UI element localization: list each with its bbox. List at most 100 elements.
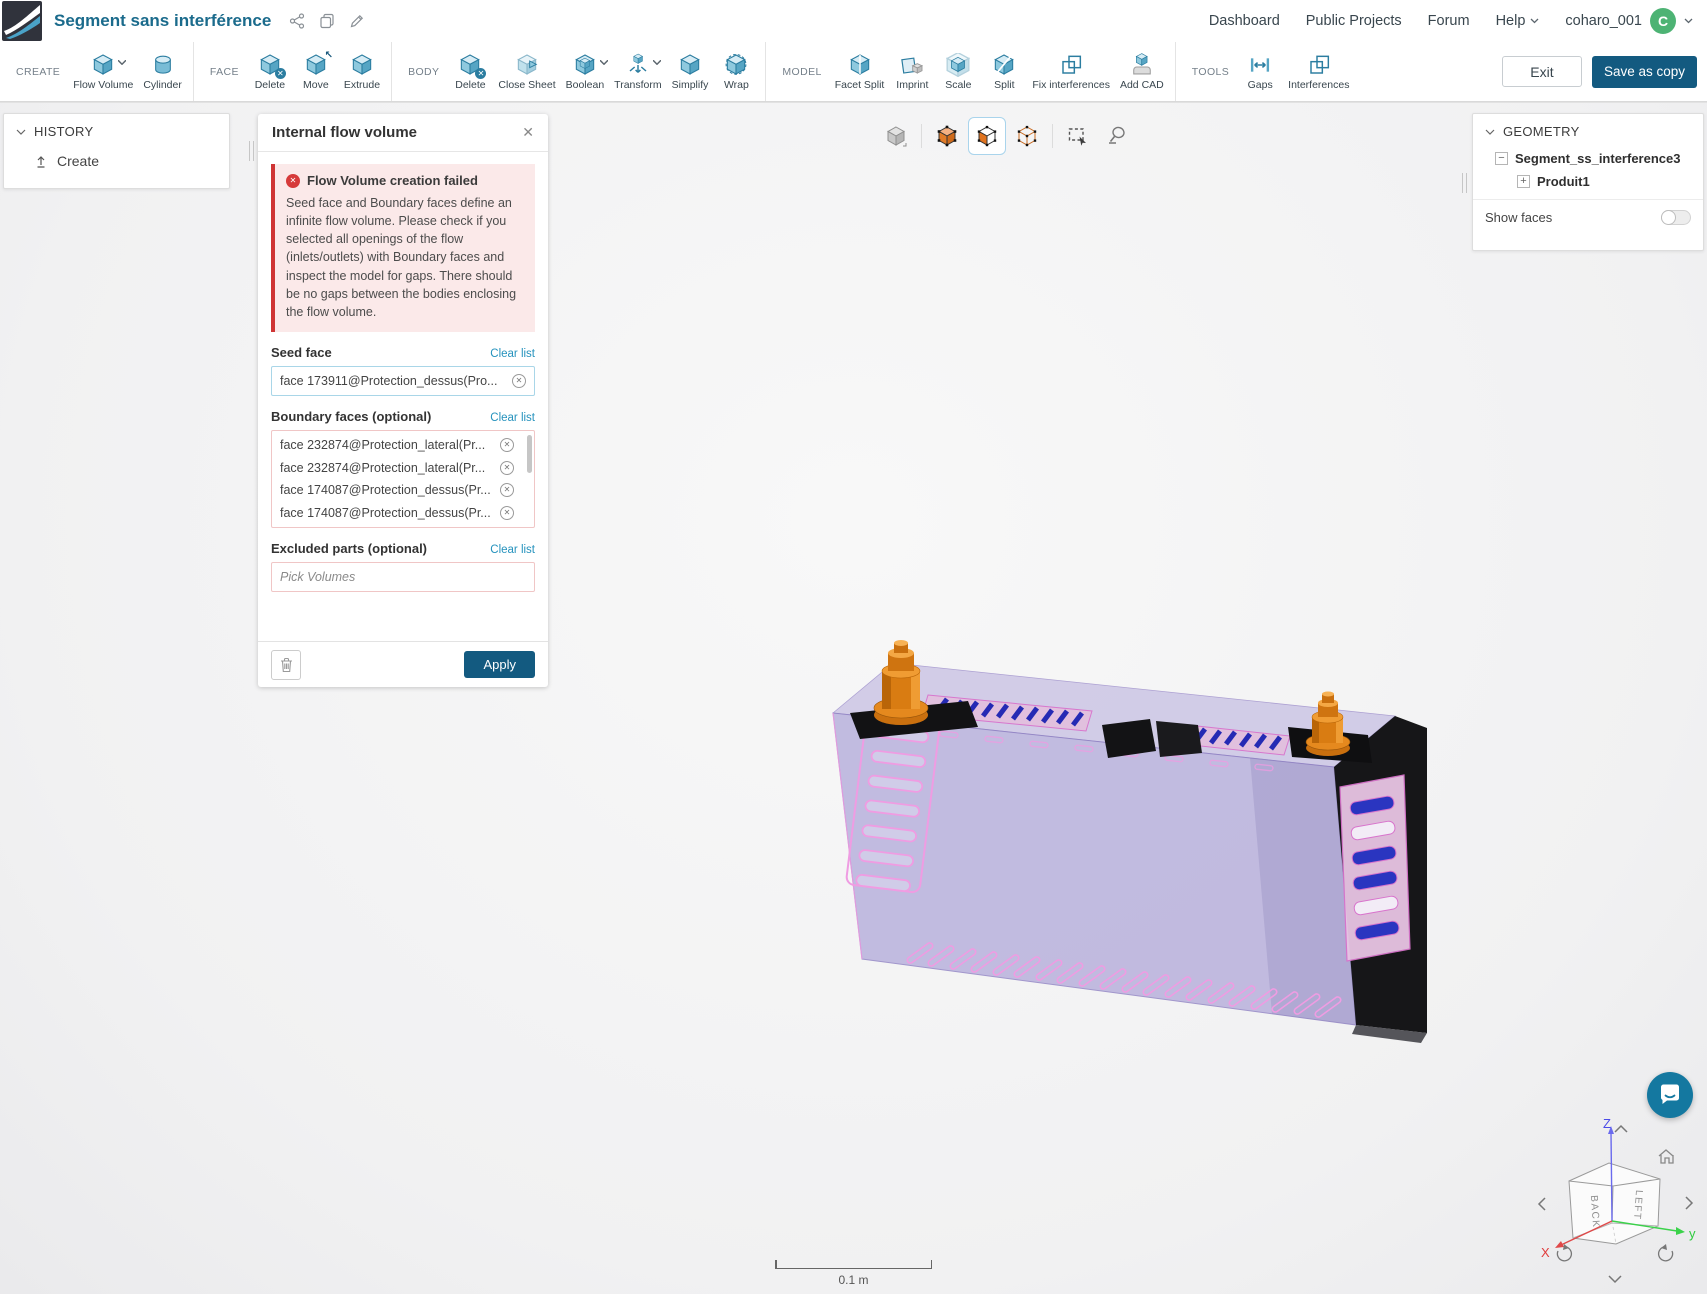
scale-button[interactable]: Scale — [935, 42, 981, 101]
history-item-create[interactable]: Create — [4, 147, 229, 175]
user-menu[interactable]: coharo_001 C — [1565, 8, 1693, 34]
edit-pencil-icon[interactable] — [349, 13, 365, 29]
cad-toolbar: CREATE Flow Volume Cylinder FACE Delete … — [0, 42, 1707, 102]
select-vertex-mode-button[interactable] — [1009, 118, 1045, 154]
delete-operation-button[interactable] — [271, 650, 301, 680]
dialog-title: Internal flow volume — [272, 124, 417, 141]
list-item[interactable]: face 174087@Protection_dessus(Pr... — [272, 501, 534, 524]
expand-icon[interactable] — [1517, 175, 1530, 188]
viewport[interactable]: HISTORY Create Internal flow volume Flow… — [0, 102, 1707, 1294]
internal-flow-volume-dialog: Internal flow volume Flow Volume creatio… — [258, 114, 548, 687]
boolean-button[interactable]: Boolean — [561, 42, 610, 101]
geometry-panel: GEOMETRY Segment_ss_interference3 Produi… — [1472, 113, 1704, 251]
save-as-copy-button[interactable]: Save as copy — [1592, 56, 1697, 88]
flow-volume-button[interactable]: Flow Volume — [68, 42, 138, 101]
list-item[interactable]: face 232874@Protection_lateral(Pr... — [272, 434, 534, 457]
excluded-parts-input[interactable]: Pick Volumes — [271, 562, 535, 592]
gaps-button[interactable]: Gaps — [1237, 42, 1283, 101]
remove-face-icon[interactable] — [500, 438, 514, 452]
chevron-down-icon[interactable] — [600, 60, 608, 65]
duplicate-icon[interactable] — [319, 13, 335, 29]
nav-dashboard[interactable]: Dashboard — [1209, 13, 1280, 29]
add-cad-button[interactable]: Add CAD — [1115, 42, 1169, 101]
cube-icon — [678, 53, 702, 77]
wrap-button[interactable]: Wrap — [713, 42, 759, 101]
select-volume-mode-button[interactable] — [929, 118, 965, 154]
view-cube-left-face[interactable]: LEFT — [1631, 1190, 1644, 1221]
show-faces-toggle[interactable] — [1661, 210, 1691, 225]
tree-node-root[interactable]: Segment_ss_interference3 — [1473, 147, 1703, 170]
apply-button[interactable]: Apply — [464, 651, 535, 678]
select-face-mode-button[interactable] — [968, 117, 1006, 155]
simplify-button[interactable]: Simplify — [667, 42, 714, 101]
face-move-button[interactable]: Move — [293, 42, 339, 101]
close-icon[interactable] — [522, 124, 534, 141]
geometry-header[interactable]: GEOMETRY — [1473, 114, 1703, 147]
cube-icon — [573, 53, 597, 77]
remove-face-icon[interactable] — [500, 483, 514, 497]
remove-face-icon[interactable] — [500, 506, 514, 520]
tree-node-child[interactable]: Produit1 — [1473, 170, 1703, 193]
support-chat-button[interactable] — [1647, 1072, 1693, 1118]
cube-icon — [946, 53, 970, 77]
toolbar-group-body: BODY Delete Close Sheet Boolean Transfor… — [392, 42, 766, 101]
cube-icon — [350, 53, 374, 77]
group-label: MODEL — [782, 66, 821, 78]
battery-module-3d-model[interactable] — [820, 631, 1440, 1051]
view-cube-navigator[interactable]: BACK LEFT Z X y — [1525, 1116, 1700, 1291]
nav-public-projects[interactable]: Public Projects — [1306, 13, 1402, 29]
excluded-clear-list-link[interactable]: Clear list — [490, 544, 535, 556]
rotate-left-chevron[interactable] — [1539, 1198, 1545, 1210]
group-label: BODY — [408, 66, 439, 78]
overlapping-squares-icon — [1059, 53, 1083, 77]
app-logo-icon[interactable] — [2, 1, 42, 41]
list-item[interactable]: face 174087@Protection_dessus(Pr... — [272, 479, 534, 502]
select-body-mode-button[interactable] — [878, 118, 914, 154]
nav-forum[interactable]: Forum — [1428, 13, 1470, 29]
overlapping-squares-icon — [1307, 53, 1331, 77]
cube-icon — [515, 53, 539, 77]
scrollbar-thumb[interactable] — [527, 435, 532, 473]
chevron-down-icon[interactable] — [118, 60, 126, 65]
excluded-parts-label: Excluded parts (optional) — [271, 541, 427, 556]
remove-face-icon[interactable] — [500, 461, 514, 475]
panel-resize-handle[interactable] — [249, 141, 254, 161]
seed-clear-list-link[interactable]: Clear list — [490, 348, 535, 360]
list-item[interactable]: face 232874@Protection_lateral(Pr... — [272, 456, 534, 479]
facet-split-button[interactable]: Facet Split — [830, 42, 890, 101]
rotate-right-chevron[interactable] — [1686, 1197, 1692, 1209]
rotate-up-chevron[interactable] — [1615, 1126, 1627, 1132]
interferences-button[interactable]: Interferences — [1283, 42, 1354, 101]
avatar[interactable]: C — [1650, 8, 1676, 34]
body-delete-button[interactable]: Delete — [447, 42, 493, 101]
fix-interferences-button[interactable]: Fix interferences — [1027, 42, 1115, 101]
selection-mode-toolbar — [878, 117, 1135, 155]
face-delete-button[interactable]: Delete — [247, 42, 293, 101]
measure-tool-button[interactable] — [1099, 118, 1135, 154]
face-extrude-button[interactable]: Extrude — [339, 42, 385, 101]
boundary-faces-list[interactable]: face 232874@Protection_lateral(Pr... fac… — [271, 430, 535, 528]
remove-face-icon[interactable] — [512, 374, 526, 388]
share-icon[interactable] — [289, 13, 305, 29]
boundary-clear-list-link[interactable]: Clear list — [490, 412, 535, 424]
nav-help[interactable]: Help — [1496, 13, 1540, 29]
history-header[interactable]: HISTORY — [4, 114, 229, 147]
seed-face-label: Seed face — [271, 345, 332, 360]
rotate-down-chevron[interactable] — [1609, 1276, 1621, 1282]
split-button[interactable]: Split — [981, 42, 1027, 101]
chevron-down-icon[interactable] — [653, 60, 661, 65]
box-select-button[interactable] — [1060, 118, 1096, 154]
transform-button[interactable]: Transform — [609, 42, 666, 101]
cylinder-button[interactable]: Cylinder — [138, 42, 187, 101]
close-sheet-button[interactable]: Close Sheet — [493, 42, 560, 101]
trash-icon — [279, 657, 294, 673]
home-view-icon[interactable] — [1659, 1150, 1673, 1163]
scale-bar: 0.1 m — [775, 1261, 932, 1287]
imprint-button[interactable]: Imprint — [889, 42, 935, 101]
panel-resize-handle[interactable] — [1462, 173, 1467, 193]
view-cube-back-face[interactable]: BACK — [1588, 1195, 1601, 1229]
seed-face-input[interactable]: face 173911@Protection_dessus(Pro... — [271, 366, 535, 396]
rotate-right-arrow-icon[interactable] — [1659, 1244, 1673, 1261]
exit-button[interactable]: Exit — [1502, 56, 1582, 87]
collapse-icon[interactable] — [1495, 152, 1508, 165]
